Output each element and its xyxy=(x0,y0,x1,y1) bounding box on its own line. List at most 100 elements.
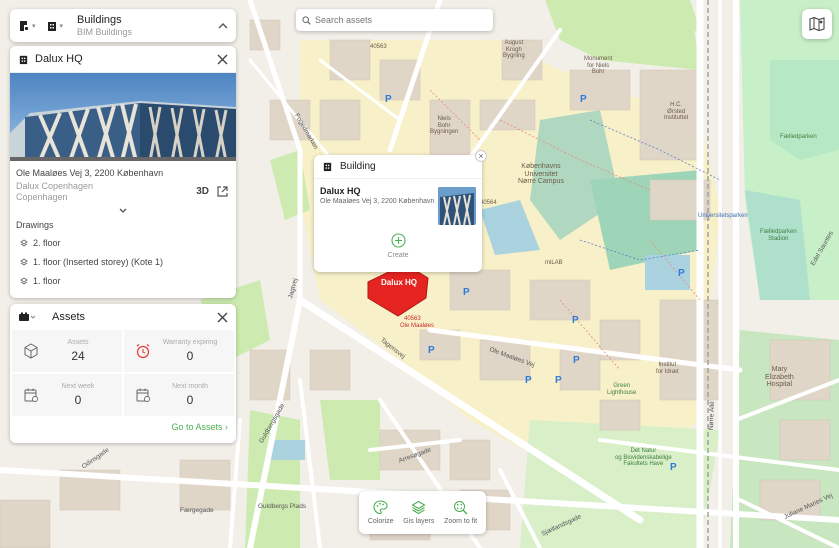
building-list-title[interactable]: Buildings BIM Buildings xyxy=(77,14,218,37)
map-label-niels-bohr-monument: Monument for Niels Bohr xyxy=(584,56,613,76)
parking-icon: P xyxy=(428,345,435,356)
next-week-label: Next week xyxy=(61,383,95,391)
search-icon xyxy=(302,15,311,25)
building-detail-panel: Dalux HQ Ole Maaløes Vej 3, 2200 Københa… xyxy=(10,46,236,298)
popup-building-thumbnail xyxy=(438,187,476,225)
assets-count-card[interactable]: Assets 24 xyxy=(12,330,122,372)
map-label-guldbergs-plads: Guldbergs Plads xyxy=(258,503,307,510)
building-actions: 3D xyxy=(196,186,228,197)
next-week-card[interactable]: Next week 0 xyxy=(12,374,122,416)
parking-icon: P xyxy=(463,287,470,298)
go-to-assets-link[interactable]: Go to Assets › xyxy=(10,416,236,438)
popup-close-button[interactable]: × xyxy=(475,150,487,162)
map-label-40564: 40564 xyxy=(480,200,497,206)
create-button[interactable]: Create xyxy=(314,233,482,259)
search-input[interactable] xyxy=(315,15,485,25)
layers-icon xyxy=(20,257,28,266)
gis-layers-button[interactable]: Gis layers xyxy=(403,500,434,525)
map-label-ho-orsted: H.C. Ørsted Instituttet xyxy=(664,102,689,122)
map-label-faergegade: Færgegade xyxy=(180,507,214,514)
view-3d-button[interactable]: 3D xyxy=(196,186,209,197)
building-info: Ole Maaløes Vej 3, 2200 København Dalux … xyxy=(10,161,236,217)
chevron-up-icon[interactable] xyxy=(218,22,228,30)
popup-title: Building xyxy=(340,161,376,172)
create-label: Create xyxy=(387,252,409,259)
map-toolbar: Colorize Gis layers Zoom to fit xyxy=(359,491,486,534)
next-month-value: 0 xyxy=(186,392,194,407)
parking-icon: P xyxy=(385,94,392,105)
map-label-40563: 40563 xyxy=(370,44,387,50)
parking-icon: P xyxy=(678,268,685,279)
close-icon[interactable] xyxy=(217,312,228,323)
parking-icon: P xyxy=(573,355,580,366)
cube-icon xyxy=(24,343,38,359)
asset-type-selector[interactable] xyxy=(18,312,36,322)
layers-icon xyxy=(411,500,426,515)
expand-details-button[interactable] xyxy=(16,206,230,217)
map-pin-icon xyxy=(20,20,29,31)
popup-body[interactable]: Dalux HQ Ole Maaløes Vej 3, 2200 Københa… xyxy=(314,179,482,229)
drawing-item[interactable]: 2. floor xyxy=(10,233,236,252)
buildings-subtitle: BIM Buildings xyxy=(77,27,133,37)
popup-header: Building xyxy=(314,155,482,179)
assets-summary-grid: Assets 24 Warranty expiring 0 Next week … xyxy=(10,330,236,416)
map-mode-selector[interactable]: ▾ xyxy=(18,20,36,32)
highlighted-building-sub: Ole Maaløes xyxy=(400,323,435,329)
gis-layers-label: Gis layers xyxy=(403,518,435,525)
building-icon xyxy=(47,21,56,31)
map-label-milab: miLAB xyxy=(545,260,563,266)
chevron-down-icon xyxy=(119,208,127,213)
building-popup: × Building Dalux HQ Ole Maaløes Vej 3, 2… xyxy=(314,150,487,272)
building-photo xyxy=(10,73,236,161)
next-month-label: Next month xyxy=(172,383,208,391)
building-address: Ole Maaløes Vej 3, 2200 København xyxy=(16,168,164,178)
map-label-det-natur: Det Natur og Biovidenskabelige Fakultets H… xyxy=(615,448,672,468)
alarm-clock-icon xyxy=(136,344,150,359)
drawings-label: Drawings xyxy=(16,220,54,230)
assets-panel: Assets Assets 24 Warranty expiring 0 Nex… xyxy=(10,304,236,443)
chevron-down-icon: ▾ xyxy=(59,22,64,30)
chevron-down-icon: ▾ xyxy=(32,22,36,30)
building-icon xyxy=(323,162,332,172)
palette-icon xyxy=(373,500,388,515)
assets-count-label: Assets xyxy=(67,339,89,347)
search-bar xyxy=(296,9,493,31)
highlighted-building-number: 40563 xyxy=(404,316,421,322)
map-label-niels-bohr-bygningen: Niels Bohr Bygningen xyxy=(430,116,459,136)
drawing-label: 1. floor (Inserted storey) (Kote 1) xyxy=(33,256,164,267)
assets-panel-header: Assets xyxy=(10,304,236,330)
assets-count-value: 24 xyxy=(71,348,85,363)
drawing-label: 1. floor xyxy=(33,275,61,286)
zoom-to-fit-label: Zoom to fit xyxy=(444,518,478,525)
parking-icon: P xyxy=(525,375,532,386)
close-icon[interactable] xyxy=(217,54,228,65)
parking-icon: P xyxy=(555,375,562,386)
map-label-kobenhavns-universitet: Københavns Universitet Nørre Campus xyxy=(518,163,564,186)
add-circle-icon xyxy=(390,233,406,248)
map-label-august-krogh: August Krogh Bygning xyxy=(503,40,525,60)
map-style-button[interactable] xyxy=(802,9,832,39)
colorize-label: Colorize xyxy=(367,518,394,525)
buildings-title: Buildings xyxy=(77,14,122,26)
map-label-institut-idraet: Institut for Idræt xyxy=(656,362,679,375)
highlighted-building-label[interactable]: Dalux HQ xyxy=(381,278,417,288)
calendar-icon xyxy=(24,388,38,402)
layers-icon xyxy=(20,276,28,285)
layers-icon xyxy=(20,238,28,247)
building-type-selector[interactable]: ▾ xyxy=(46,20,64,32)
calendar-icon xyxy=(136,388,150,402)
warranty-expiring-value: 0 xyxy=(186,348,194,363)
map-icon xyxy=(809,16,825,32)
building-icon xyxy=(19,55,28,64)
next-week-value: 0 xyxy=(74,392,82,407)
next-month-card[interactable]: Next month 0 xyxy=(124,374,234,416)
zoom-to-fit-button[interactable]: Zoom to fit xyxy=(444,500,477,525)
warranty-expiring-card[interactable]: Warranty expiring 0 xyxy=(124,330,234,372)
map-label-green-lighthouse: Green Lighthouse xyxy=(607,383,637,396)
warranty-expiring-label: Warranty expiring xyxy=(162,339,218,347)
open-external-icon[interactable] xyxy=(217,186,228,197)
drawing-item[interactable]: 1. floor xyxy=(10,271,236,290)
drawing-item[interactable]: 1. floor (Inserted storey) (Kote 1) xyxy=(10,252,236,271)
map-label-mary-elizabeth: Mary Elizabeth Hospital xyxy=(765,366,794,389)
colorize-button[interactable]: Colorize xyxy=(368,500,394,525)
